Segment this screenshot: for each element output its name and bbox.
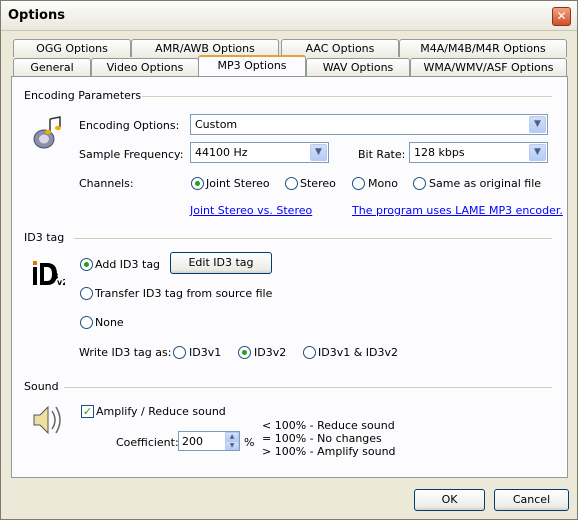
chevron-down-icon[interactable]: ▼ (529, 144, 546, 161)
tab-ogg-options[interactable]: OGG Options (13, 39, 131, 57)
radio-mono[interactable] (352, 177, 365, 190)
id3-group-title: ID3 tag (24, 231, 65, 244)
note-no-change: = 100% - No changes (262, 432, 382, 445)
ok-button[interactable]: OK (414, 489, 485, 511)
encoding-options-label: Encoding Options: (79, 119, 180, 132)
id3v1-label: ID3v1 (189, 346, 222, 359)
joint-stereo-label: Joint Stereo (206, 177, 270, 190)
id3-tag-icon: 3 v2 (33, 261, 65, 287)
channels-label: Channels: (79, 177, 134, 190)
spin-up-icon[interactable]: ▲ (225, 432, 239, 441)
spin-down-icon[interactable]: ▼ (225, 441, 239, 450)
title-bar: Options ✕ (1, 1, 577, 31)
mono-label: Mono (368, 177, 398, 190)
coefficient-value: 200 (182, 435, 203, 448)
encoding-options-value: Custom (195, 118, 238, 131)
window-title: Options (8, 8, 65, 23)
coefficient-unit: % (244, 436, 255, 449)
encoding-options-select[interactable]: Custom ▼ (190, 114, 548, 135)
edit-id3-button[interactable]: Edit ID3 tag (170, 252, 272, 274)
svg-text:v2: v2 (57, 278, 65, 287)
radio-joint-stereo[interactable] (191, 177, 204, 190)
tab-video-options[interactable]: Video Options (91, 58, 199, 76)
joint-stereo-link[interactable]: Joint Stereo vs. Stereo (190, 204, 312, 217)
none-label: None (95, 316, 124, 329)
divider (74, 238, 552, 239)
write-id3-label: Write ID3 tag as: (79, 346, 172, 359)
sample-frequency-select[interactable]: 44100 Hz ▼ (190, 142, 329, 163)
tab-wav-options[interactable]: WAV Options (306, 58, 410, 76)
tab-wma-options[interactable]: WMA/WMV/ASF Options (410, 58, 567, 76)
divider (142, 96, 552, 97)
radio-none[interactable] (80, 316, 93, 329)
close-icon: ✕ (556, 9, 567, 23)
divider (64, 387, 552, 388)
note-amplify: > 100% - Amplify sound (262, 445, 396, 458)
id3v1-and-v2-label: ID3v1 & ID3v2 (318, 346, 399, 359)
radio-id3v1[interactable] (173, 346, 186, 359)
speaker-volume-icon (33, 405, 61, 435)
transfer-id3-label: Transfer ID3 tag from source file (95, 287, 273, 300)
id3v2-label: ID3v2 (254, 346, 287, 359)
radio-id3v2[interactable] (238, 346, 251, 359)
chevron-down-icon[interactable]: ▼ (529, 116, 546, 133)
amplify-checkbox[interactable]: ✓ (81, 405, 94, 418)
cancel-button[interactable]: Cancel (494, 489, 569, 511)
bit-rate-select[interactable]: 128 kbps ▼ (409, 142, 548, 163)
tab-mp3-options[interactable]: MP3 Options (198, 55, 306, 76)
bit-rate-label: Bit Rate: (358, 148, 406, 161)
close-button[interactable]: ✕ (552, 7, 571, 26)
radio-add-id3[interactable] (80, 258, 93, 271)
stereo-label: Stereo (300, 177, 336, 190)
same-as-original-label: Same as original file (429, 177, 542, 190)
radio-id3v1-and-v2[interactable] (303, 346, 316, 359)
tab-general[interactable]: General (13, 58, 91, 76)
speaker-notes-icon (33, 116, 61, 149)
coefficient-label: Coefficient: (116, 436, 179, 449)
coefficient-spinbox[interactable]: 200 ▲ ▼ (178, 431, 240, 451)
amplify-label: Amplify / Reduce sound (96, 405, 226, 418)
tab-m4a-options[interactable]: M4A/M4B/M4R Options (399, 39, 567, 57)
sound-group-title: Sound (24, 380, 59, 393)
lame-encoder-link[interactable]: The program uses LAME MP3 encoder. (352, 204, 563, 217)
radio-stereo[interactable] (285, 177, 298, 190)
mp3-options-panel: Encoding Parameters Encoding Options: Cu… (11, 76, 568, 478)
chevron-down-icon[interactable]: ▼ (310, 144, 327, 161)
encoding-group-title: Encoding Parameters (24, 89, 142, 102)
radio-same-as-original[interactable] (413, 177, 426, 190)
radio-transfer-id3[interactable] (80, 287, 93, 300)
sample-frequency-label: Sample Frequency: (79, 148, 184, 161)
options-dialog: Options ✕ OGG Options AMR/AWB Options AA… (0, 0, 578, 520)
note-reduce: < 100% - Reduce sound (262, 419, 395, 432)
sample-frequency-value: 44100 Hz (195, 146, 248, 159)
bit-rate-value: 128 kbps (414, 146, 465, 159)
add-id3-label: Add ID3 tag (95, 258, 161, 271)
